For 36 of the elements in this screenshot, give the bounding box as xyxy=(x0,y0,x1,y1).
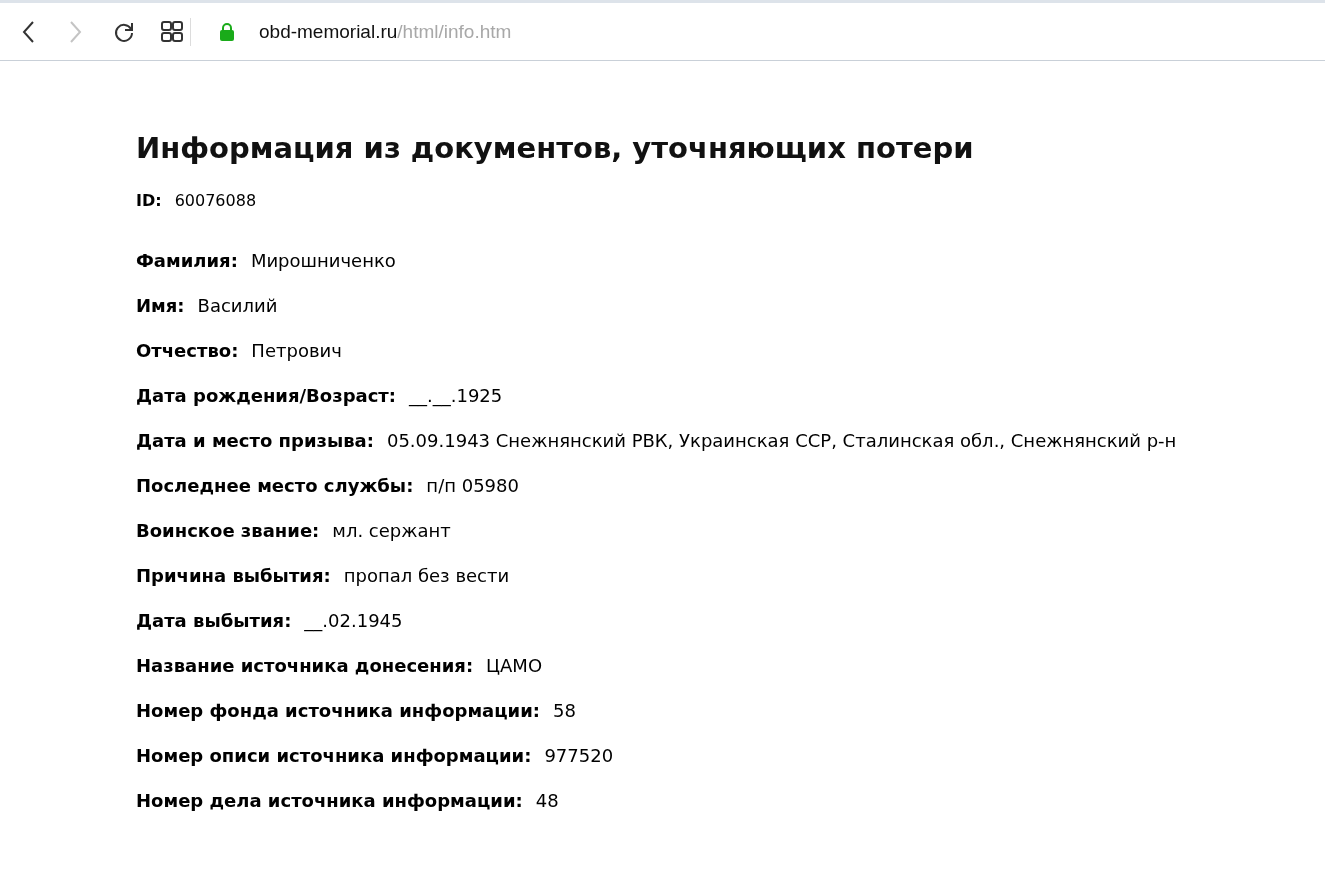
back-icon xyxy=(21,19,35,44)
field-label: Фамилия: xyxy=(136,250,238,271)
field-label: Номер описи источника информации: xyxy=(136,745,532,766)
field-value: 05.09.1943 Снежнянский РВК, Украинская ССР, Сталинская обл., Снежнянский р-н xyxy=(386,430,1177,451)
field-value: ЦАМО xyxy=(486,655,543,676)
field-value: Василий xyxy=(197,295,278,316)
field-value: Петрович xyxy=(251,340,342,361)
field-value: п/п 05980 xyxy=(426,475,519,496)
field-value: __.02.1945 xyxy=(304,610,403,631)
field-label: Причина выбытия: xyxy=(136,565,331,586)
field-label: Дата и место призыва: xyxy=(136,430,374,451)
reload-icon xyxy=(113,20,135,43)
field-value: мл. сержант xyxy=(332,520,451,541)
forward-icon xyxy=(69,19,83,44)
field-label: Номер дела источника информации: xyxy=(136,790,523,811)
id-label: ID: xyxy=(136,191,162,210)
field-label: Дата выбытия: xyxy=(136,610,292,631)
field-label: Последнее место службы: xyxy=(136,475,414,496)
field-value: Мирошниченко xyxy=(250,250,396,271)
field-label: Название источника донесения: xyxy=(136,655,474,676)
id-value: 60076088 xyxy=(174,191,257,210)
field-value: 977520 xyxy=(544,745,614,766)
field-value: пропал без вести xyxy=(343,565,510,586)
field-label: Дата рождения/Возраст: xyxy=(136,385,396,406)
field-value: 58 xyxy=(553,700,576,721)
field-label: Номер фонда источника информации: xyxy=(136,700,540,721)
address-bar-url[interactable]: obd-memorial.ru/html/info.htm xyxy=(259,20,512,43)
field-label: Воинское звание: xyxy=(136,520,320,541)
field-label: Отчество: xyxy=(136,340,239,361)
page-title: Информация из документов, уточняющих потери xyxy=(136,131,975,165)
field-label: Имя: xyxy=(136,295,185,316)
tabs-grid-button[interactable] xyxy=(160,19,184,44)
lock-icon xyxy=(219,21,235,42)
field-value: __.__.1925 xyxy=(409,385,503,406)
grid-icon xyxy=(161,20,183,43)
field-value: 48 xyxy=(535,790,559,811)
